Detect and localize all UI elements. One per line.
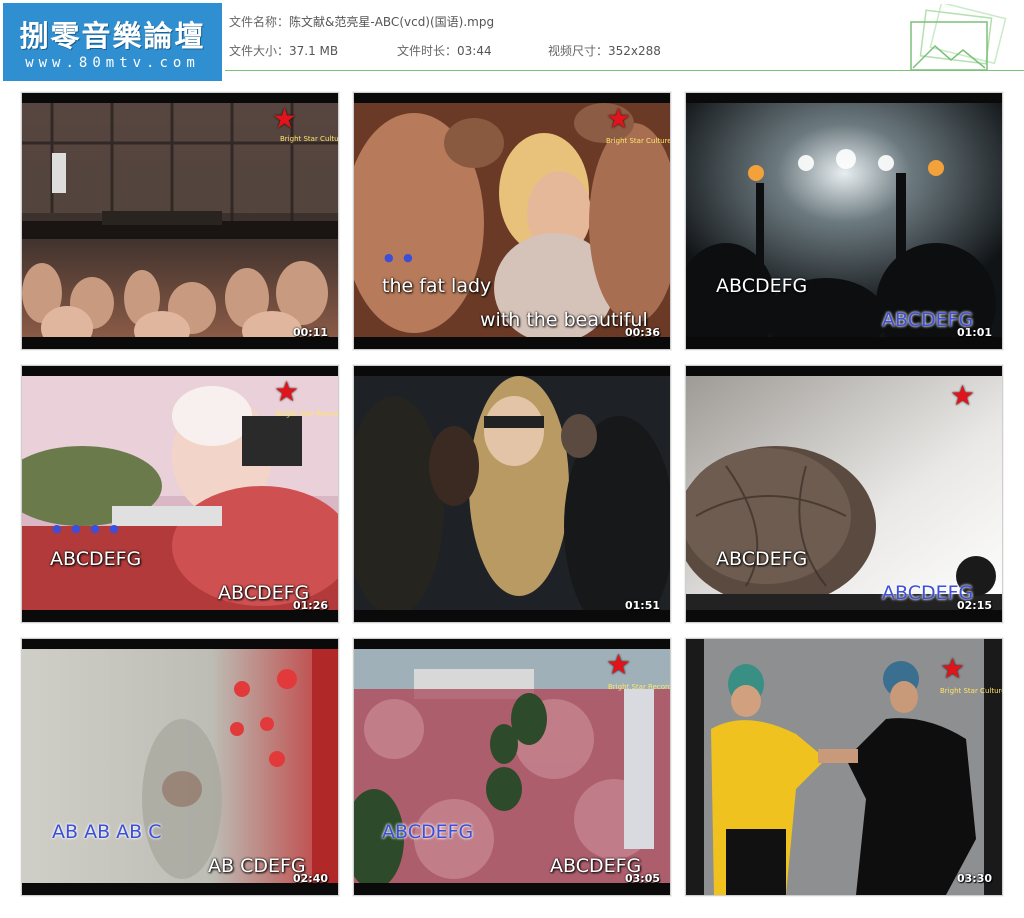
logo-url: www.80mtv.com [25, 55, 200, 71]
lyric-line-1: ABCDEFG [382, 821, 474, 843]
duration-label: 文件时长： [397, 44, 458, 58]
site-logo: 捌零音樂論壇 www.80mtv.com [3, 3, 222, 81]
star-logo-icon: ★ [606, 649, 632, 681]
thumbnail-7[interactable]: AB AB AB C AB CDEFG 02:40 [21, 638, 339, 896]
image-stack-icon [910, 4, 1007, 71]
duration-value: 03:44 [457, 44, 492, 58]
logo-title: 捌零音樂論壇 [19, 19, 206, 53]
star-logo-text: Bright Star Culture [940, 687, 1002, 695]
thumbnail-2[interactable]: ★ Bright Star Culture ● ● the fat lady w… [353, 92, 671, 350]
lyric-line-1: AB AB AB C [52, 821, 162, 843]
video-frame: ★ Bright Star Record ● ● ● ● ABCDEFG ABC… [22, 376, 338, 610]
video-frame: AB AB AB C AB CDEFG [22, 649, 338, 883]
video-frame: ★ Bright Star Record ABCDEFG ABCDEFG [354, 649, 670, 883]
duration-row: 文件时长：03:44 [397, 42, 492, 59]
timestamp: 02:40 [292, 872, 328, 885]
timestamp: 01:01 [956, 326, 992, 339]
thumbnail-9[interactable]: ★ Bright Star Culture 03:30 [685, 638, 1003, 896]
thumbnail-8[interactable]: ★ Bright Star Record ABCDEFG ABCDEFG 03:… [353, 638, 671, 896]
star-logo-icon: ★ [606, 103, 632, 135]
thumbnail-6[interactable]: ★ ABCDEFG ABCDEFG 02:15 [685, 365, 1003, 623]
timestamp: 03:05 [624, 872, 660, 885]
lyric-line-1: ABCDEFG [50, 548, 142, 570]
thumbnail-1[interactable]: ★ Bright Star Culture 00:11 [21, 92, 339, 350]
timestamp: 03:30 [956, 872, 992, 885]
lyric-line-1: ABCDEFG [716, 548, 808, 570]
star-logo-icon: ★ [950, 379, 976, 412]
frame-image [22, 649, 338, 883]
timestamp: 01:51 [624, 599, 660, 612]
video-frame: ★ ABCDEFG ABCDEFG [686, 376, 1002, 610]
file-size-row: 文件大小：37.1 MB [229, 42, 338, 59]
star-logo-icon: ★ [274, 376, 300, 408]
star-logo-text: Bright Star Culture [280, 135, 338, 143]
star-logo-icon: ★ [940, 652, 966, 685]
timestamp: 02:15 [956, 599, 992, 612]
video-frame: ABCDEFG ABCDEFG [686, 103, 1002, 337]
video-frame: ★ Bright Star Culture ● ● the fat lady w… [354, 103, 670, 337]
file-name-row: 文件名称：陈文献&范亮星-ABC(vcd)(国语).mpg [229, 13, 494, 30]
video-frame: ★ Bright Star Culture [686, 639, 1002, 895]
lyric-line-2: AB CDEFG [208, 855, 306, 877]
dimensions-label: 视频尺寸： [548, 44, 609, 58]
timestamp: 01:26 [292, 599, 328, 612]
file-name-value: 陈文献&范亮星-ABC(vcd)(国语).mpg [289, 15, 495, 29]
dimensions-row: 视频尺寸：352x288 [548, 42, 661, 59]
lyric-line-2: with the beautiful [480, 309, 648, 331]
countdown-dots: ● ● ● ● [52, 522, 122, 535]
thumbnail-3[interactable]: ABCDEFG ABCDEFG 01:01 [685, 92, 1003, 350]
star-logo-text: Bright Star Record [276, 410, 338, 418]
lyric-line-1: ABCDEFG [716, 275, 808, 297]
lyric-line-1: the fat lady [382, 275, 492, 297]
star-logo-text: Bright Star Culture [606, 137, 670, 145]
file-size-label: 文件大小： [229, 44, 290, 58]
video-frame [354, 376, 670, 610]
thumbnail-4[interactable]: ★ Bright Star Record ● ● ● ● ABCDEFG ABC… [21, 365, 339, 623]
frame-image [686, 103, 1002, 337]
frame-image [354, 376, 670, 610]
file-size-value: 37.1 MB [289, 44, 339, 58]
star-logo-text: Bright Star Record [608, 683, 670, 691]
star-logo-icon: ★ [272, 103, 298, 135]
thumbnail-5[interactable]: 01:51 [353, 365, 671, 623]
countdown-dots: ● ● [384, 251, 416, 264]
dimensions-value: 352x288 [608, 44, 661, 58]
header: 捌零音樂論壇 www.80mtv.com 文件名称：陈文献&范亮星-ABC(vc… [0, 0, 1024, 88]
file-name-label: 文件名称： [229, 15, 290, 29]
video-frame: ★ Bright Star Culture [22, 103, 338, 337]
timestamp: 00:11 [292, 326, 328, 339]
timestamp: 00:36 [624, 326, 660, 339]
